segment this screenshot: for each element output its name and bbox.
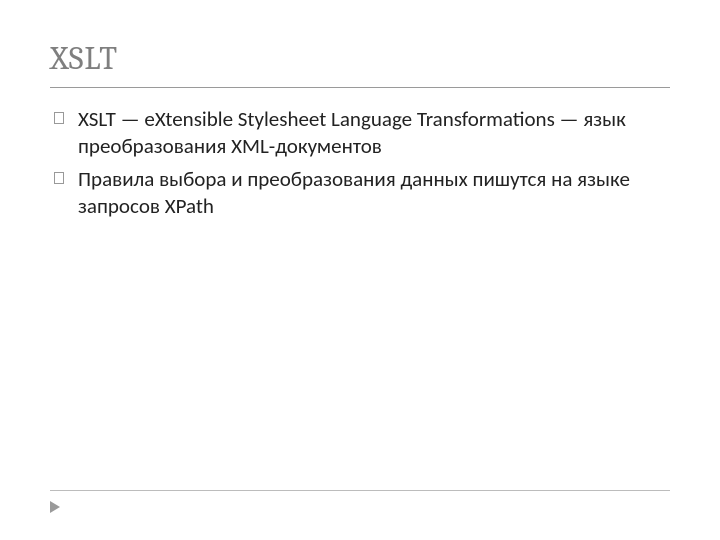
slide: XSLT XSLT — eXtensible Stylesheet Langua… xyxy=(0,0,720,540)
title-container: XSLT xyxy=(50,40,670,88)
list-item: Правила выбора и преобразования данных п… xyxy=(50,166,670,220)
list-item: XSLT — eXtensible Stylesheet Language Tr… xyxy=(50,106,670,160)
slide-title: XSLT xyxy=(50,40,670,77)
bullet-text: Правила выбора и преобразования данных п… xyxy=(78,166,630,219)
bullet-icon xyxy=(54,172,64,184)
arrow-right-icon xyxy=(50,501,60,513)
bullet-list: XSLT — eXtensible Stylesheet Language Tr… xyxy=(50,106,670,220)
bullet-text: XSLT — eXtensible Stylesheet Language Tr… xyxy=(78,106,626,159)
slide-footer xyxy=(50,490,670,518)
bullet-icon xyxy=(54,112,64,124)
